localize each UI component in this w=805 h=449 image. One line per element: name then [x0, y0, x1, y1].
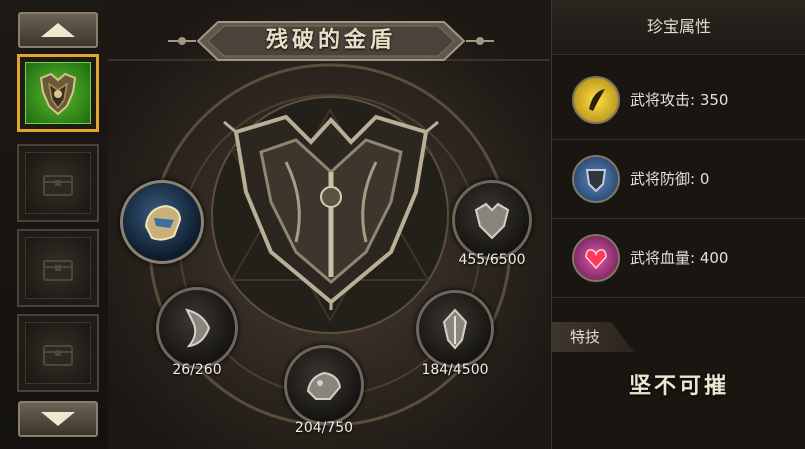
treasure-detail-area: 残破的金盾 455/6500 26/260 184/4500 204/750	[108, 0, 550, 449]
shield-fragment-icon	[442, 308, 468, 350]
fragment-progress: 455/6500	[458, 252, 526, 268]
defense-shield-icon	[572, 155, 620, 203]
treasure-slot-locked[interactable]	[17, 144, 99, 222]
attack-orb-icon	[572, 76, 620, 124]
treasure-slot-locked[interactable]	[17, 229, 99, 307]
fragment-progress: 26/260	[172, 362, 222, 378]
item-title-plate: 残破的金盾	[166, 18, 496, 64]
chest-icon	[43, 345, 73, 366]
up-arrow-icon	[41, 23, 75, 37]
shield-fragment-icon	[474, 202, 510, 240]
broken-gold-shield-icon	[223, 114, 439, 310]
treasure-list-sidebar	[0, 0, 109, 449]
treasure-attributes-panel: 珍宝属性 武将攻击: 350 武将防御: 0 武将血量: 400 特技 坚不可摧	[551, 0, 805, 449]
scroll-down-button[interactable]	[18, 401, 98, 437]
stat-attack-label: 武将攻击: 350	[630, 91, 729, 109]
slot-icon-frame	[25, 322, 91, 384]
slot-icon-frame	[25, 152, 91, 214]
fragment-progress: 204/750	[294, 420, 354, 436]
shield-fragment-icon	[185, 308, 211, 348]
fragment-slot[interactable]	[156, 287, 238, 369]
down-arrow-icon	[41, 412, 75, 426]
fragment-slot[interactable]	[452, 180, 532, 260]
shield-fragment-icon	[306, 371, 342, 400]
stat-row-defense: 武将防御: 0	[552, 140, 805, 219]
stat-row-health: 武将血量: 400	[552, 219, 805, 298]
scroll-up-button[interactable]	[18, 12, 98, 48]
fragment-progress: 184/4500	[421, 362, 489, 378]
chest-icon	[43, 175, 73, 196]
fragment-slot[interactable]	[416, 290, 494, 368]
health-heart-icon	[572, 234, 620, 282]
panel-title: 珍宝属性	[552, 0, 805, 55]
fragment-slot[interactable]	[284, 345, 364, 425]
helmet-fragment-icon	[144, 204, 182, 241]
slot-icon-frame	[25, 62, 91, 124]
golden-shield-icon	[39, 72, 77, 116]
skill-name: 坚不可摧	[628, 373, 729, 399]
treasure-slot-selected[interactable]	[17, 54, 99, 132]
stat-defense-label: 武将防御: 0	[630, 170, 710, 188]
skill-header: 特技	[552, 322, 634, 352]
fragment-slot[interactable]	[120, 180, 204, 264]
stat-health-label: 武将血量: 400	[630, 249, 729, 267]
slot-icon-frame	[25, 237, 91, 299]
chest-icon	[43, 260, 73, 281]
item-name: 残破的金盾	[265, 27, 396, 53]
stat-row-attack: 武将攻击: 350	[552, 61, 805, 140]
treasure-slot-locked[interactable]	[17, 314, 99, 392]
